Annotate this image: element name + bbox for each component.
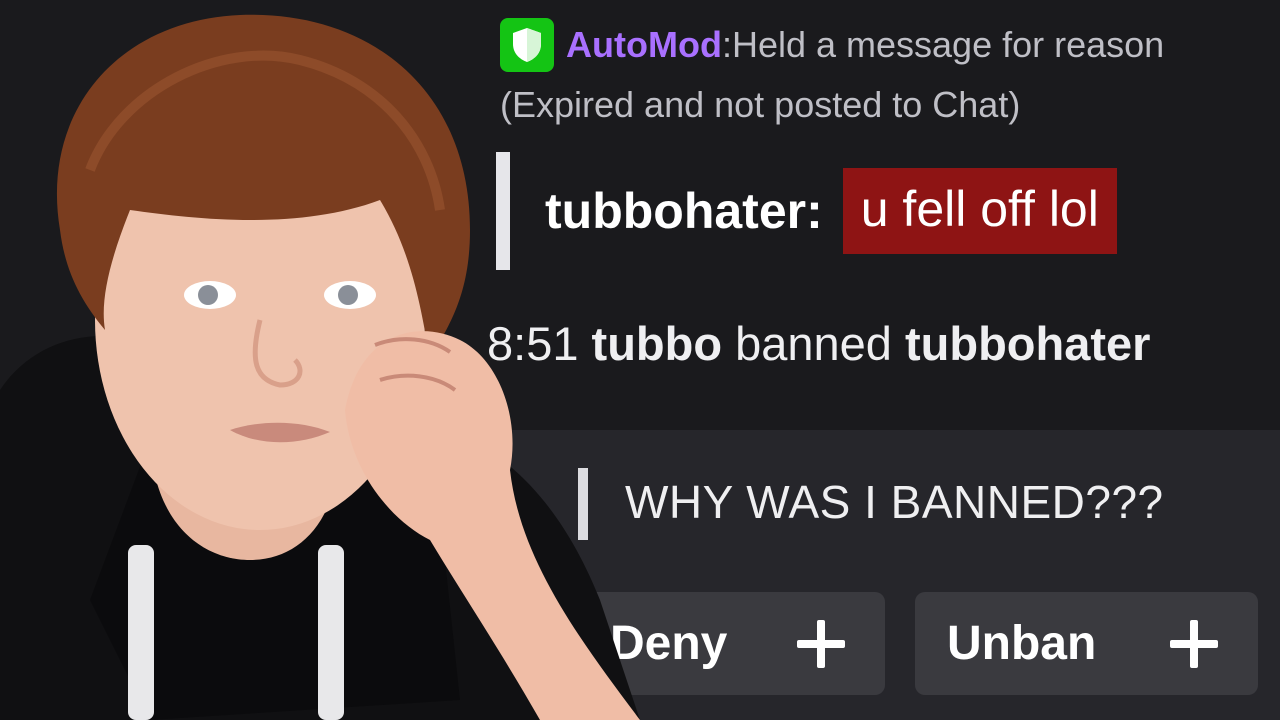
streamer-photo xyxy=(0,14,640,720)
plus-icon xyxy=(797,619,845,668)
ban-action: banned xyxy=(735,317,892,370)
automod-colon: : xyxy=(721,24,732,65)
unban-button[interactable]: Unban xyxy=(915,592,1258,695)
automod-reason: Held a message for reason xyxy=(731,24,1165,65)
unban-request-text: WHY WAS I BANNED??? xyxy=(625,476,1164,528)
plus-icon xyxy=(1170,619,1218,668)
held-message-text: u fell off lol xyxy=(842,168,1117,254)
ban-target[interactable]: tubbohater xyxy=(905,317,1150,370)
unban-button-label: Unban xyxy=(947,617,1097,670)
